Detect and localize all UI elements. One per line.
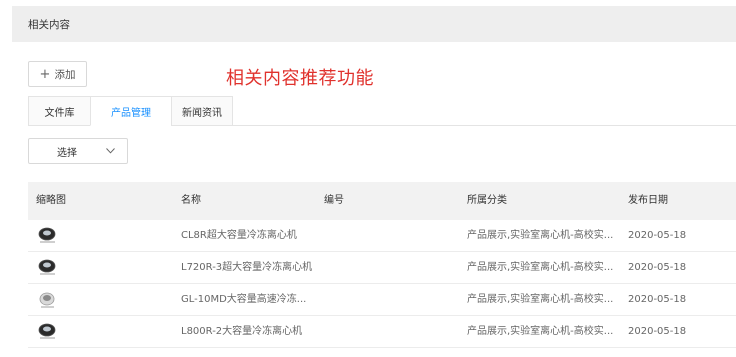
- section-title: 相关内容: [28, 18, 70, 31]
- row-category: 产品展示,实验室离心机-高校实...: [467, 326, 614, 337]
- add-button-label: 添加: [54, 68, 76, 81]
- row-category: 产品展示,实验室离心机-高校实...: [467, 294, 614, 305]
- row-date: 2020-05-18: [628, 294, 687, 305]
- row-name[interactable]: CL8R超大容量冷冻离心机: [181, 220, 297, 252]
- centrifuge-thumbnail: [39, 292, 55, 308]
- row-name[interactable]: L800R-2大容量冷冻离心机: [181, 316, 302, 348]
- tab-divider: [233, 125, 736, 126]
- filter-select-value: 选择: [57, 147, 77, 159]
- filter-select[interactable]: 选择: [28, 138, 128, 164]
- table-row[interactable]: L720R-3超大容量冷冻离心机 产品展示,实验室离心机-高校实... 2020…: [28, 252, 736, 284]
- column-header-date: 发布日期: [628, 195, 668, 206]
- centrifuge-thumbnail: [38, 323, 56, 339]
- table-row[interactable]: GL-10MD大容量高速冷冻... 产品展示,实验室离心机-高校实... 202…: [28, 284, 736, 316]
- column-header-code: 编号: [324, 195, 344, 206]
- chevron-down-icon: [105, 146, 115, 156]
- related-content-table: 缩略图 名称 编号 所属分类 发布日期 CL8R超大容量冷冻离心机 产品展示,实…: [28, 182, 736, 348]
- column-header-name: 名称: [181, 195, 201, 206]
- plus-icon: +: [39, 66, 51, 82]
- content-tabs: 文件库 产品管理 新闻资讯: [28, 96, 233, 126]
- table-row[interactable]: L800R-2大容量冷冻离心机 产品展示,实验室离心机-高校实... 2020-…: [28, 316, 736, 348]
- row-date: 2020-05-18: [628, 326, 687, 337]
- add-button[interactable]: + 添加: [28, 61, 87, 87]
- feature-annotation: 相关内容推荐功能: [226, 68, 374, 89]
- centrifuge-thumbnail: [38, 259, 56, 275]
- row-name[interactable]: L720R-3超大容量冷冻离心机: [181, 252, 312, 284]
- tab-news[interactable]: 新闻资讯: [171, 96, 233, 126]
- row-name[interactable]: GL-10MD大容量高速冷冻...: [181, 284, 306, 316]
- column-header-category: 所属分类: [467, 195, 507, 206]
- tab-product-management[interactable]: 产品管理: [90, 96, 171, 126]
- row-category: 产品展示,实验室离心机-高校实...: [467, 230, 614, 241]
- table-row[interactable]: CL8R超大容量冷冻离心机 产品展示,实验室离心机-高校实... 2020-05…: [28, 220, 736, 252]
- row-date: 2020-05-18: [628, 230, 687, 241]
- table-header: 缩略图 名称 编号 所属分类 发布日期: [28, 182, 736, 220]
- centrifuge-thumbnail: [38, 227, 56, 243]
- column-header-thumbnail: 缩略图: [36, 195, 66, 206]
- tab-file-library[interactable]: 文件库: [28, 96, 90, 126]
- row-date: 2020-05-18: [628, 262, 687, 273]
- section-header: 相关内容: [12, 6, 736, 42]
- row-category: 产品展示,实验室离心机-高校实...: [467, 262, 614, 273]
